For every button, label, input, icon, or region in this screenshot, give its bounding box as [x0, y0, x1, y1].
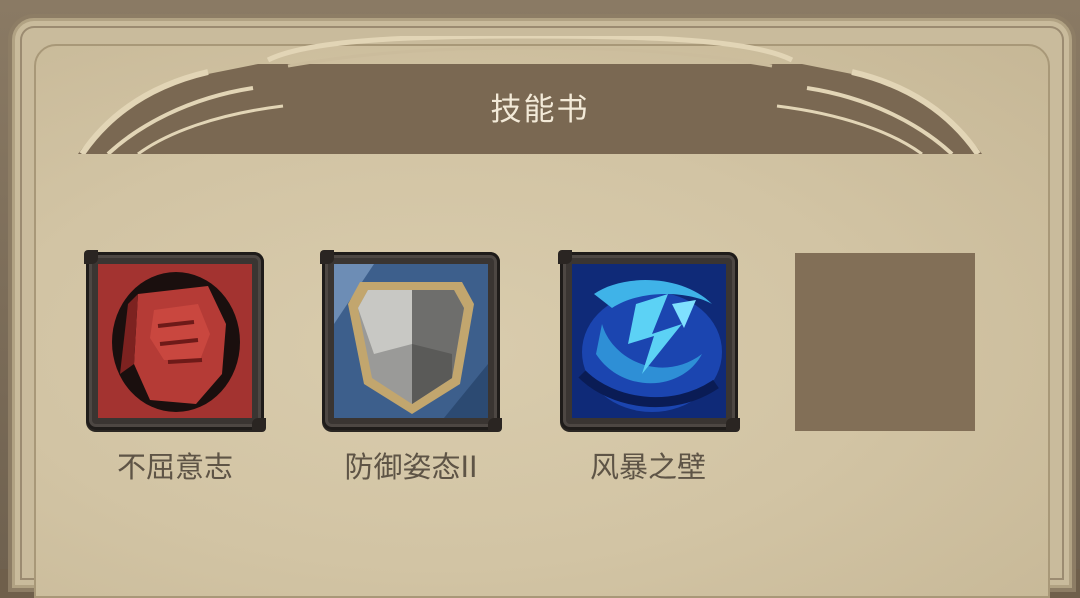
skill-slot-1[interactable] — [84, 250, 266, 432]
shield-icon — [334, 264, 488, 418]
skill-label-1: 不屈意志 — [116, 450, 233, 484]
skill-label-2: 防御姿态II — [344, 450, 478, 484]
blue-storm-icon — [572, 264, 726, 418]
page-title: 技能书 — [490, 92, 590, 128]
skill-label-3: 风暴之壁 — [589, 450, 706, 484]
empty-skill-slot[interactable] — [795, 253, 975, 431]
skill-slot-3[interactable] — [558, 250, 740, 432]
red-fist-icon — [98, 264, 252, 418]
skill-slot-2[interactable] — [320, 250, 502, 432]
